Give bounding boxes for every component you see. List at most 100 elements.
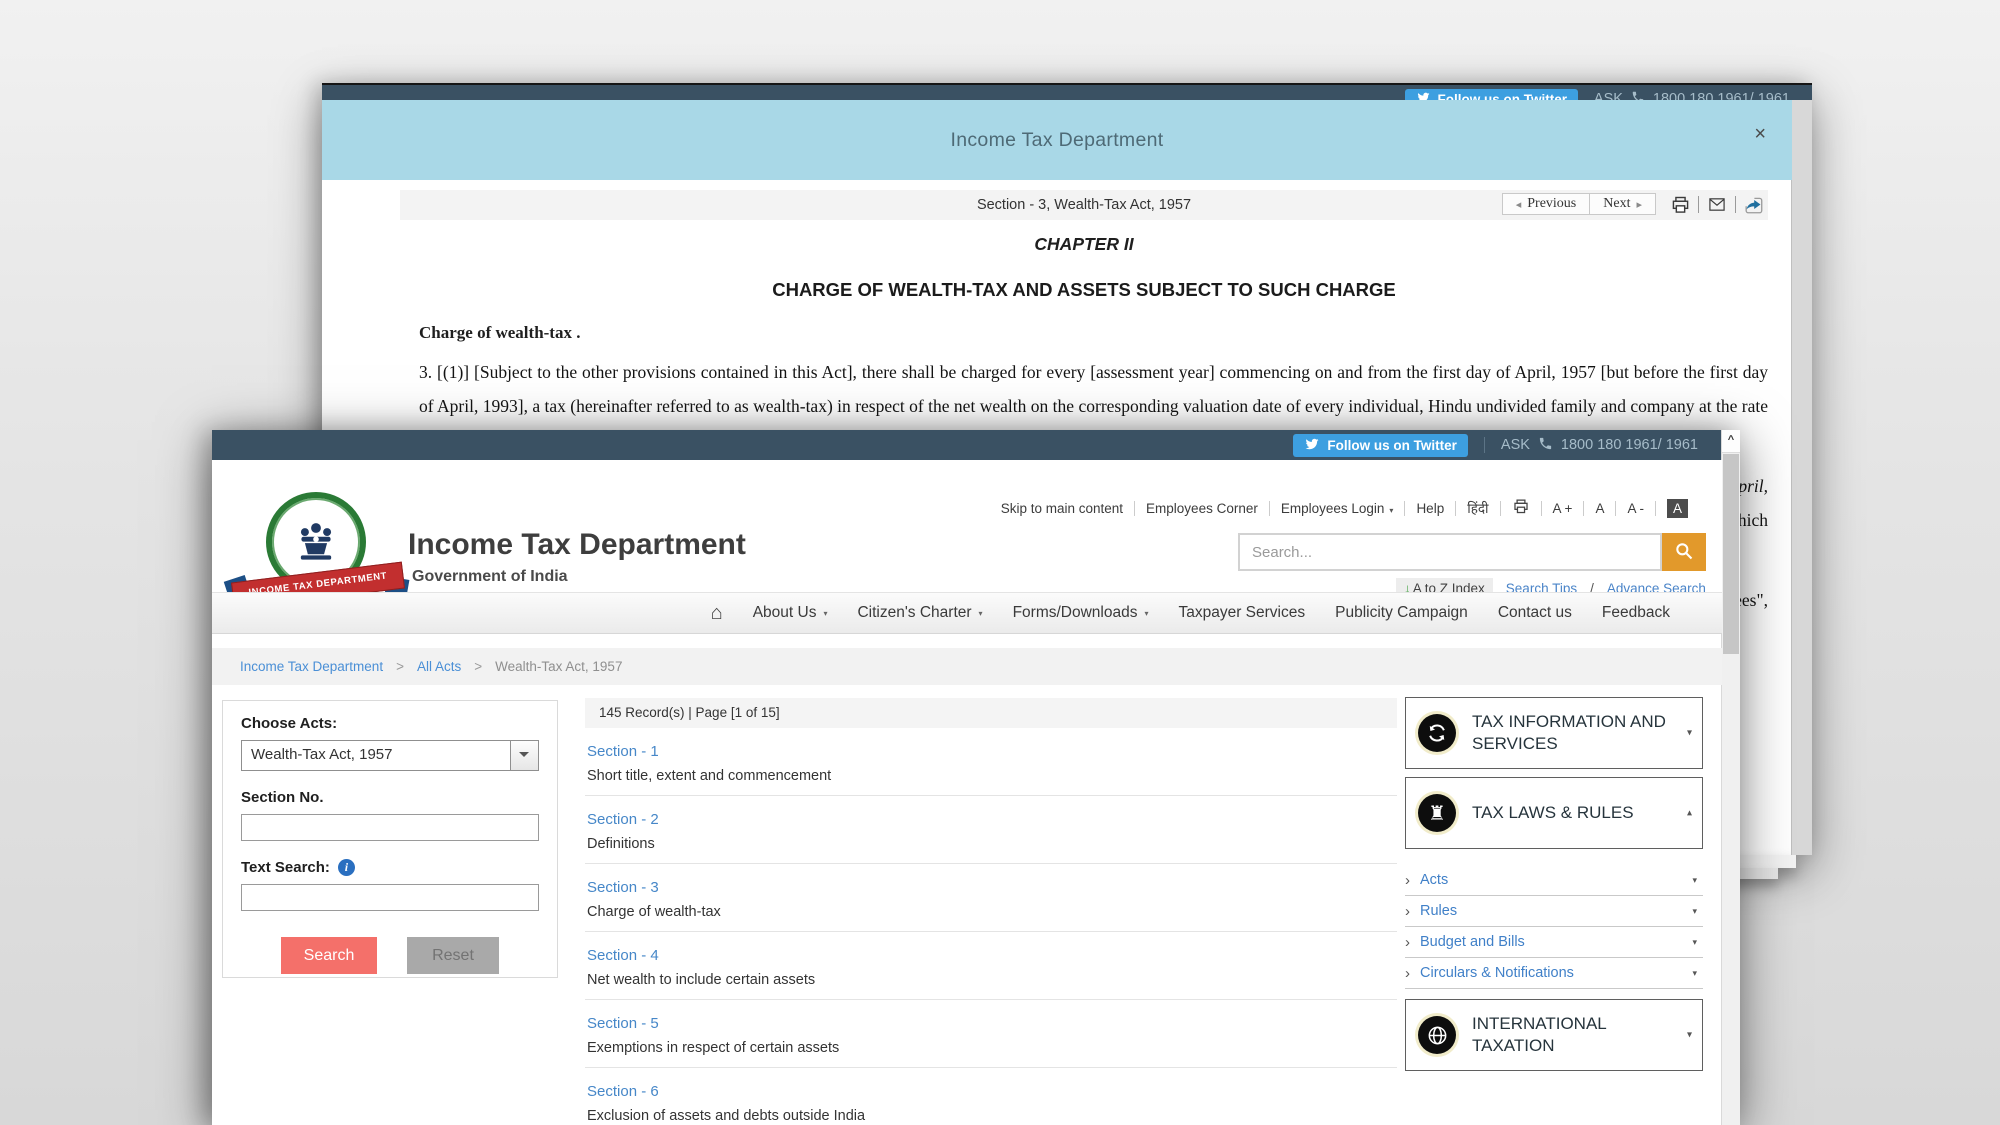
nav-contact-us[interactable]: Contact us <box>1498 604 1572 622</box>
chapter-heading: CHAPTER II <box>400 234 1768 255</box>
section-link[interactable]: Section - 4 <box>587 947 659 964</box>
search-button[interactable]: Search <box>281 937 377 974</box>
utility-links-row: Skip to main content Employees Corner Em… <box>1001 498 1688 518</box>
font-decrease-button[interactable]: A - <box>1627 501 1644 516</box>
breadcrumb-separator: > <box>396 659 404 674</box>
follow-twitter-badge[interactable]: Follow us on Twitter <box>1293 434 1468 457</box>
phone-icon <box>1631 90 1645 100</box>
breadcrumb-home-link[interactable]: Income Tax Department <box>240 659 383 674</box>
list-item: Section - 5 Exemptions in respect of cer… <box>585 1000 1397 1068</box>
sidebar-link-label: Rules <box>1420 903 1457 919</box>
section-link[interactable]: Section - 1 <box>587 743 659 760</box>
font-normal-button[interactable]: A <box>1595 501 1604 516</box>
font-increase-button[interactable]: A + <box>1553 501 1573 516</box>
scrollbar-thumb[interactable] <box>1723 454 1739 654</box>
employees-login-label: Employees Login <box>1281 501 1385 516</box>
text-search-input[interactable] <box>241 884 539 911</box>
close-icon[interactable]: × <box>1754 124 1766 144</box>
print-icon[interactable] <box>1670 195 1691 215</box>
modal-scrollbar-track[interactable] <box>1791 100 1812 855</box>
nav-citizens-charter[interactable]: Citizen's Charter ▾ <box>857 604 982 622</box>
section-link[interactable]: Section - 5 <box>587 1015 659 1032</box>
chevron-down-icon: ▾ <box>823 609 827 618</box>
tax-information-services-card[interactable]: TAX INFORMATION AND SERVICES ▾ <box>1405 697 1703 769</box>
pager-buttons: ◂ Previous Next ▸ <box>1502 193 1656 215</box>
section-description: Definitions <box>587 836 1397 852</box>
ask-label: ASK <box>1594 91 1623 100</box>
section-description: Short title, extent and commencement <box>587 768 1397 784</box>
breadcrumb-all-acts-link[interactable]: All Acts <box>417 659 461 674</box>
section-description: Net wealth to include certain assets <box>587 972 1397 988</box>
reset-button[interactable]: Reset <box>407 937 499 974</box>
nav-taxpayer-services[interactable]: Taxpayer Services <box>1178 604 1305 622</box>
section-link[interactable]: Section - 3 <box>587 879 659 896</box>
sidebar-item-budget-and-bills[interactable]: › Budget and Bills ▾ <box>1405 927 1703 958</box>
hindi-language-link[interactable]: हिंदी <box>1467 499 1488 517</box>
phone-icon <box>1538 436 1553 455</box>
international-taxation-card[interactable]: INTERNATIONAL TAXATION ▾ <box>1405 999 1703 1071</box>
skip-to-content-link[interactable]: Skip to main content <box>1001 501 1123 516</box>
list-item: Section - 3 Charge of wealth-tax <box>585 864 1397 932</box>
chevron-down-icon: ▾ <box>1389 506 1393 515</box>
chevron-down-icon: ▾ <box>1692 875 1697 886</box>
section-description: Charge of wealth-tax <box>587 904 1397 920</box>
chevron-up-icon: ▴ <box>1687 808 1692 819</box>
margin-note: Charge of wealth-tax . <box>419 323 1768 343</box>
card-title: INTERNATIONAL TAXATION <box>1472 1013 1676 1057</box>
follow-twitter-badge[interactable]: Follow us on Twitter <box>1405 89 1579 100</box>
angle-bullet-icon: › <box>1405 872 1410 889</box>
next-button[interactable]: Next ▸ <box>1590 193 1656 215</box>
modal-site-top-bar: Follow us on Twitter ASK 1800 180 1961/ … <box>322 83 1812 100</box>
tax-laws-rules-card[interactable]: ♜ TAX LAWS & RULES ▴ <box>1405 777 1703 849</box>
nav-feedback[interactable]: Feedback <box>1602 604 1670 622</box>
modal-header: Income Tax Department × <box>322 100 1792 180</box>
follow-twitter-label: Follow us on Twitter <box>1438 92 1568 101</box>
tax-laws-links: › Acts ▾ › Rules ▾ › Budget and Bills ▾ … <box>1405 865 1703 989</box>
section-link[interactable]: Section - 6 <box>587 1083 659 1100</box>
breadcrumb-separator: > <box>474 659 482 674</box>
document-action-icons <box>1670 194 1764 215</box>
help-link[interactable]: Help <box>1416 501 1444 516</box>
sidebar-item-rules[interactable]: › Rules ▾ <box>1405 896 1703 927</box>
divider <box>1134 501 1135 516</box>
site-header: INCOME TAX DEPARTMENT Income Tax Departm… <box>212 460 1722 592</box>
window-scrollbar[interactable]: ^ <box>1721 430 1740 1125</box>
email-icon[interactable] <box>1706 196 1728 213</box>
list-item: Section - 4 Net wealth to include certai… <box>585 932 1397 1000</box>
nav-label: Citizen's Charter <box>857 604 971 622</box>
search-submit-button[interactable] <box>1662 533 1706 571</box>
sidebar-item-acts[interactable]: › Acts ▾ <box>1405 865 1703 896</box>
sections-result-list: 145 Record(s) | Page [1 of 15] Section -… <box>585 698 1397 1125</box>
divider <box>1583 501 1584 516</box>
divider <box>1269 501 1270 516</box>
previous-arrow-icon: ◂ <box>1516 198 1522 211</box>
home-icon[interactable]: ⌂ <box>711 602 723 625</box>
info-icon[interactable]: i <box>338 859 355 876</box>
employees-corner-link[interactable]: Employees Corner <box>1146 501 1258 516</box>
choose-acts-select[interactable]: Wealth-Tax Act, 1957 <box>241 740 539 771</box>
high-contrast-button[interactable]: A <box>1667 499 1688 518</box>
section-toolbar: Section - 3, Wealth-Tax Act, 1957 ◂ Prev… <box>400 190 1768 220</box>
section-description: Exclusion of assets and debts outside In… <box>587 1108 1397 1124</box>
section-link[interactable]: Section - 2 <box>587 811 659 828</box>
filter-buttons: Search Reset <box>241 937 539 974</box>
main-navigation: ⌂ About Us ▾ Citizen's Charter ▾ Forms/D… <box>212 592 1722 634</box>
employees-login-link[interactable]: Employees Login ▾ <box>1281 501 1394 516</box>
choose-acts-label: Choose Acts: <box>241 715 539 732</box>
rook-glyph: ♜ <box>1428 803 1446 823</box>
nav-publicity-campaign[interactable]: Publicity Campaign <box>1335 604 1468 622</box>
scrollbar-up-arrow[interactable]: ^ <box>1722 430 1740 453</box>
search-input[interactable] <box>1238 533 1662 571</box>
nav-forms-downloads[interactable]: Forms/Downloads ▾ <box>1013 604 1149 622</box>
print-icon[interactable] <box>1512 498 1530 518</box>
nav-about-us[interactable]: About Us ▾ <box>753 604 828 622</box>
section-description: Exemptions in respect of certain assets <box>587 1040 1397 1056</box>
sidebar-item-circulars-notifications[interactable]: › Circulars & Notifications ▾ <box>1405 958 1703 989</box>
divider <box>1735 196 1736 213</box>
divider <box>1655 501 1656 516</box>
section-no-input[interactable] <box>241 814 539 841</box>
previous-button[interactable]: ◂ Previous <box>1502 193 1591 215</box>
share-icon[interactable] <box>1743 194 1764 215</box>
next-label: Next <box>1603 196 1630 212</box>
chevron-down-icon: ▾ <box>1692 906 1697 917</box>
